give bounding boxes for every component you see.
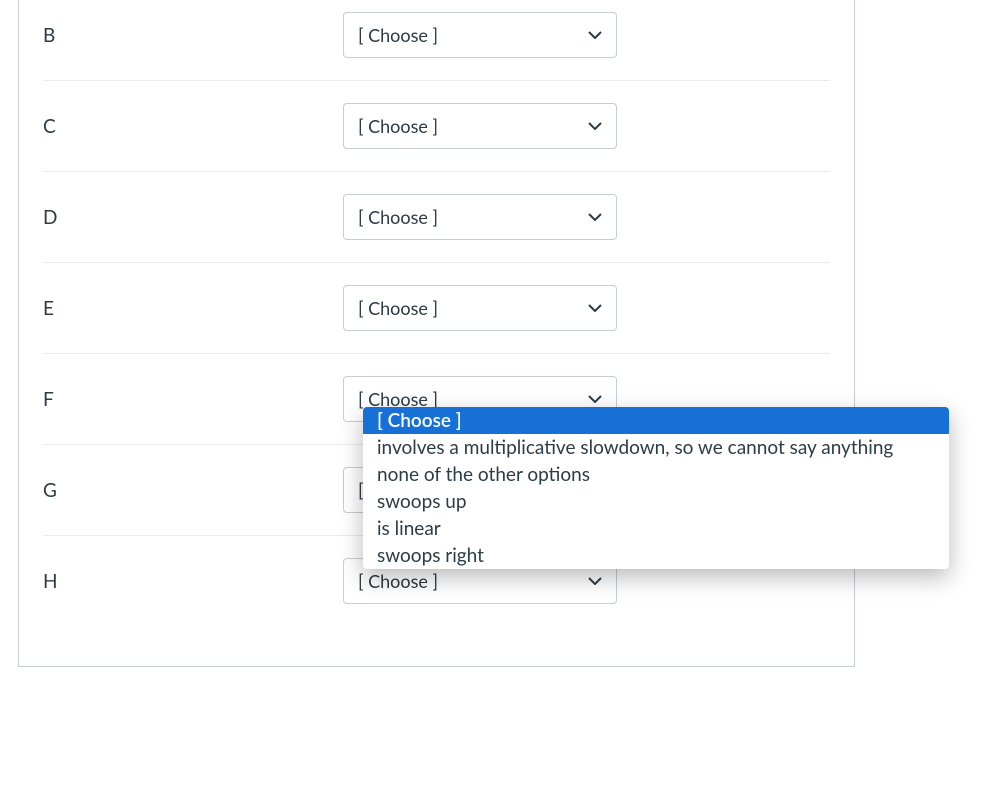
dropdown-option[interactable]: none of the other options: [363, 461, 949, 488]
select-c[interactable]: [ Choose ]: [343, 103, 617, 149]
match-row-d: D [ Choose ]: [43, 171, 830, 262]
match-row-c: C [ Choose ]: [43, 80, 830, 171]
chevron-down-icon: [588, 392, 602, 406]
select-value: [ Choose ]: [358, 24, 588, 46]
match-row-e: E [ Choose ]: [43, 262, 830, 353]
select-value: [ Choose ]: [358, 115, 588, 137]
prompt-label: F: [43, 376, 343, 411]
select-e[interactable]: [ Choose ]: [343, 285, 617, 331]
dropdown-option[interactable]: is linear: [363, 515, 949, 542]
select-value: [ Choose ]: [358, 570, 588, 592]
prompt-label: E: [43, 285, 343, 320]
prompt-label: H: [43, 558, 343, 593]
dropdown-option[interactable]: [ Choose ]: [363, 407, 949, 434]
chevron-down-icon: [588, 301, 602, 315]
prompt-label: C: [43, 103, 343, 138]
chevron-down-icon: [588, 210, 602, 224]
chevron-down-icon: [588, 28, 602, 42]
select-d[interactable]: [ Choose ]: [343, 194, 617, 240]
prompt-label: D: [43, 194, 343, 229]
select-value: [ Choose ]: [358, 206, 588, 228]
chevron-down-icon: [588, 574, 602, 588]
dropdown-option[interactable]: swoops up: [363, 488, 949, 515]
chevron-down-icon: [588, 119, 602, 133]
match-row-b: B [ Choose ]: [43, 0, 830, 80]
prompt-label: B: [43, 12, 343, 47]
prompt-label: G: [43, 467, 343, 502]
dropdown-option[interactable]: swoops right: [363, 542, 949, 569]
dropdown-option[interactable]: involves a multiplicative slowdown, so w…: [363, 434, 949, 461]
select-value: [ Choose ]: [358, 297, 588, 319]
select-b[interactable]: [ Choose ]: [343, 12, 617, 58]
select-e-dropdown: [ Choose ] involves a multiplicative slo…: [363, 407, 949, 569]
